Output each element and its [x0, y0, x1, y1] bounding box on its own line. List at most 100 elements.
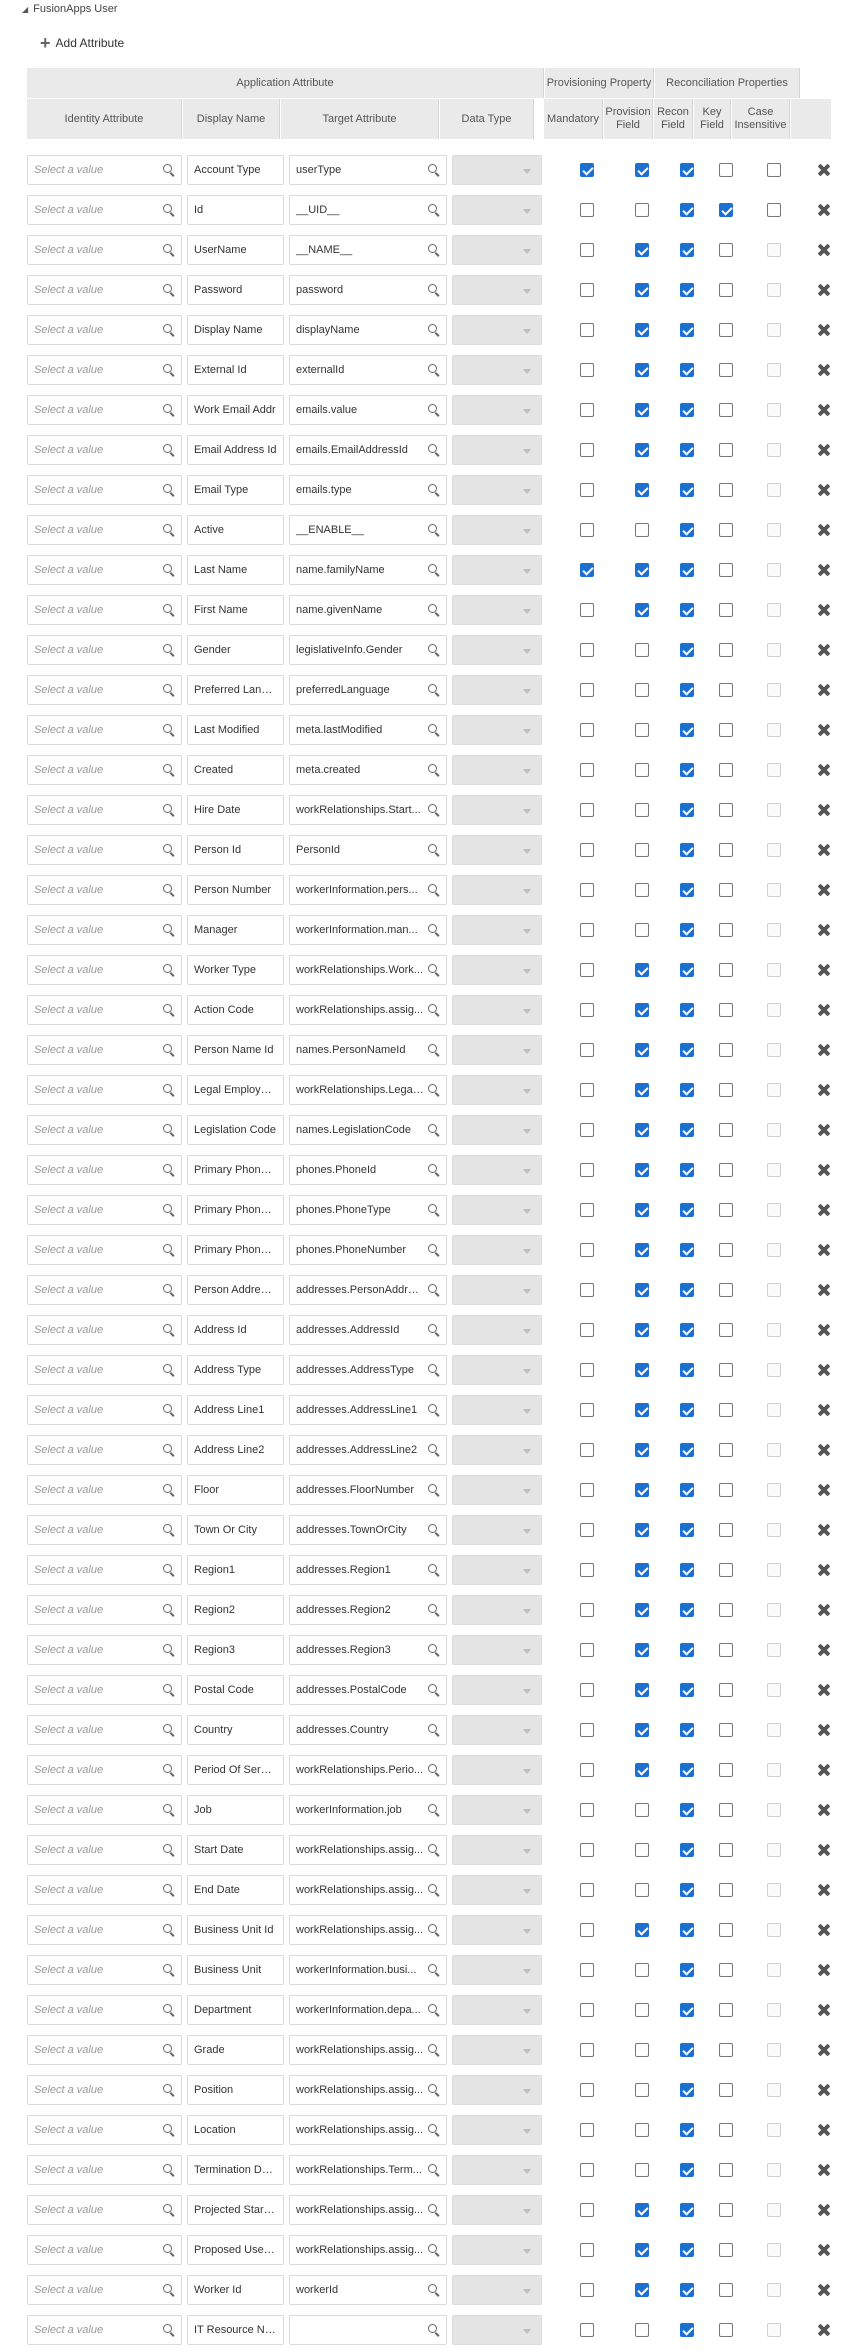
provision-field-checkbox[interactable] — [634, 2083, 649, 2097]
delete-row-icon[interactable] — [816, 722, 832, 738]
search-icon[interactable] — [428, 2244, 440, 2256]
mandatory-checkbox[interactable] — [579, 1723, 594, 1737]
identity-attribute-input[interactable]: Select a value — [27, 275, 182, 305]
mandatory-checkbox[interactable] — [579, 1923, 594, 1937]
target-attribute-input[interactable]: __NAME__ — [289, 235, 447, 265]
key-field-checkbox[interactable] — [718, 1563, 733, 1577]
target-attribute-input[interactable]: workerInformation.depa... — [289, 1995, 447, 2025]
recon-field-checkbox[interactable] — [679, 1723, 694, 1737]
recon-field-checkbox[interactable] — [679, 1483, 694, 1497]
identity-attribute-input[interactable]: Select a value — [27, 355, 182, 385]
display-name-field[interactable]: Region1 — [187, 1555, 284, 1585]
target-attribute-input[interactable]: workRelationships.assig... — [289, 1875, 447, 1905]
mandatory-checkbox[interactable] — [579, 363, 594, 377]
delete-row-icon[interactable] — [816, 2042, 832, 2058]
delete-row-icon[interactable] — [816, 282, 832, 298]
mandatory-checkbox[interactable] — [579, 1403, 594, 1417]
identity-attribute-input[interactable]: Select a value — [27, 755, 182, 785]
search-icon[interactable] — [163, 1364, 175, 1376]
mandatory-checkbox[interactable] — [579, 403, 594, 417]
provision-field-checkbox[interactable] — [634, 523, 649, 537]
search-icon[interactable] — [163, 1644, 175, 1656]
identity-attribute-input[interactable]: Select a value — [27, 1475, 182, 1505]
search-icon[interactable] — [163, 1804, 175, 1816]
delete-row-icon[interactable] — [816, 402, 832, 418]
provision-field-checkbox[interactable] — [634, 163, 649, 177]
target-attribute-input[interactable]: workRelationships.assig... — [289, 1915, 447, 1945]
provision-field-checkbox[interactable] — [634, 923, 649, 937]
delete-row-icon[interactable] — [816, 242, 832, 258]
delete-row-icon[interactable] — [816, 1602, 832, 1618]
mandatory-checkbox[interactable] — [579, 1083, 594, 1097]
key-field-checkbox[interactable] — [718, 1763, 733, 1777]
search-icon[interactable] — [163, 204, 175, 216]
identity-attribute-input[interactable]: Select a value — [27, 2235, 182, 2265]
target-attribute-input[interactable]: PersonId — [289, 835, 447, 865]
delete-row-icon[interactable] — [816, 1202, 832, 1218]
search-icon[interactable] — [428, 524, 440, 536]
mandatory-checkbox[interactable] — [579, 1523, 594, 1537]
target-attribute-input[interactable]: addresses.Region2 — [289, 1595, 447, 1625]
key-field-checkbox[interactable] — [718, 1283, 733, 1297]
identity-attribute-input[interactable]: Select a value — [27, 435, 182, 465]
identity-attribute-input[interactable]: Select a value — [27, 1835, 182, 1865]
delete-row-icon[interactable] — [816, 1722, 832, 1738]
search-icon[interactable] — [428, 1284, 440, 1296]
mandatory-checkbox[interactable] — [579, 923, 594, 937]
recon-field-checkbox[interactable] — [679, 1803, 694, 1817]
identity-attribute-input[interactable]: Select a value — [27, 2275, 182, 2305]
delete-row-icon[interactable] — [816, 1522, 832, 1538]
delete-row-icon[interactable] — [816, 602, 832, 618]
identity-attribute-input[interactable]: Select a value — [27, 515, 182, 545]
section-header[interactable]: ◢ FusionApps User — [22, 0, 118, 18]
target-attribute-input[interactable]: addresses.AddressLine1 — [289, 1395, 447, 1425]
target-attribute-input[interactable]: addresses.FloorNumber — [289, 1475, 447, 1505]
mandatory-checkbox[interactable] — [579, 2083, 594, 2097]
display-name-field[interactable]: Address Type — [187, 1355, 284, 1385]
target-attribute-input[interactable]: workRelationships.assig... — [289, 995, 447, 1025]
search-icon[interactable] — [428, 1964, 440, 1976]
display-name-field[interactable]: Account Type — [187, 155, 284, 185]
recon-field-checkbox[interactable] — [679, 1123, 694, 1137]
recon-field-checkbox[interactable] — [679, 1323, 694, 1337]
key-field-checkbox[interactable] — [718, 1163, 733, 1177]
key-field-checkbox[interactable] — [718, 723, 733, 737]
display-name-field[interactable]: Floor — [187, 1475, 284, 1505]
provision-field-checkbox[interactable] — [634, 323, 649, 337]
search-icon[interactable] — [428, 644, 440, 656]
target-attribute-input[interactable]: externalId — [289, 355, 447, 385]
target-attribute-input[interactable]: name.givenName — [289, 595, 447, 625]
target-attribute-input[interactable]: names.LegislationCode — [289, 1115, 447, 1145]
search-icon[interactable] — [163, 1964, 175, 1976]
recon-field-checkbox[interactable] — [679, 443, 694, 457]
search-icon[interactable] — [428, 2204, 440, 2216]
identity-attribute-input[interactable]: Select a value — [27, 1555, 182, 1585]
recon-field-checkbox[interactable] — [679, 2083, 694, 2097]
display-name-field[interactable]: Address Line1 — [187, 1395, 284, 1425]
delete-row-icon[interactable] — [816, 2122, 832, 2138]
provision-field-checkbox[interactable] — [634, 1083, 649, 1097]
display-name-field[interactable]: External Id — [187, 355, 284, 385]
mandatory-checkbox[interactable] — [579, 2003, 594, 2017]
target-attribute-input[interactable]: addresses.Region1 — [289, 1555, 447, 1585]
search-icon[interactable] — [428, 324, 440, 336]
display-name-field[interactable]: Business Unit — [187, 1955, 284, 1985]
display-name-field[interactable]: Primary Phone Id — [187, 1155, 284, 1185]
display-name-field[interactable]: Region3 — [187, 1635, 284, 1665]
search-icon[interactable] — [163, 884, 175, 896]
display-name-field[interactable]: Preferred Langua — [187, 675, 284, 705]
display-name-field[interactable]: Id — [187, 195, 284, 225]
search-icon[interactable] — [428, 1124, 440, 1136]
recon-field-checkbox[interactable] — [679, 1763, 694, 1777]
delete-row-icon[interactable] — [816, 1162, 832, 1178]
identity-attribute-input[interactable]: Select a value — [27, 1755, 182, 1785]
provision-field-checkbox[interactable] — [634, 2003, 649, 2017]
provision-field-checkbox[interactable] — [634, 1523, 649, 1537]
provision-field-checkbox[interactable] — [634, 1843, 649, 1857]
target-attribute-input[interactable]: __UID__ — [289, 195, 447, 225]
recon-field-checkbox[interactable] — [679, 603, 694, 617]
display-name-field[interactable]: Worker Type — [187, 955, 284, 985]
target-attribute-input[interactable]: displayName — [289, 315, 447, 345]
search-icon[interactable] — [163, 524, 175, 536]
search-icon[interactable] — [428, 2004, 440, 2016]
